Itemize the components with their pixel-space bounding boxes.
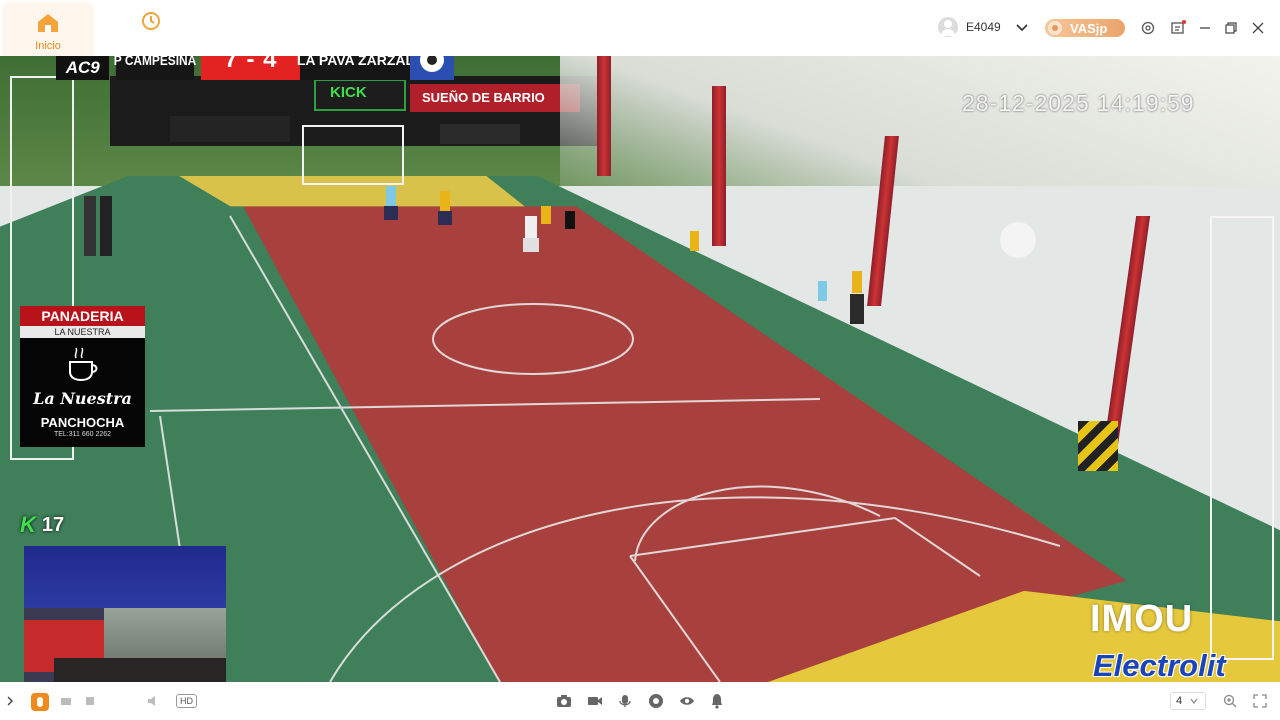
kick-logo-icon: K xyxy=(20,512,36,537)
clock-icon[interactable] xyxy=(140,10,162,37)
quality-badge[interactable]: HD xyxy=(176,694,197,708)
title-bar: Inicio E4049 VASjp xyxy=(0,0,1280,56)
tab-home[interactable]: Inicio xyxy=(2,2,94,56)
vas-button[interactable]: VASjp xyxy=(1045,19,1125,37)
video-timestamp: 28-12-2025 14:19:59 xyxy=(962,90,1195,116)
snapshot-small-icon[interactable] xyxy=(58,693,74,709)
sponsor-phone: TEL:311 660 2262 xyxy=(53,431,112,438)
record-icon[interactable] xyxy=(587,693,603,709)
fullscreen-icon[interactable] xyxy=(1252,693,1268,709)
eye-icon[interactable] xyxy=(679,693,695,709)
live-video[interactable]: KICK SUEÑO DE BARRIO AC9 P CAMPESINA 7 -… xyxy=(0,56,1280,682)
sponsor-subheader: LA NUESTRA xyxy=(20,326,145,338)
mic-icon[interactable] xyxy=(617,693,633,709)
coin-icon xyxy=(1048,21,1062,35)
tab-home-label: Inicio xyxy=(35,40,61,52)
zoom-in-icon[interactable] xyxy=(1222,693,1238,709)
user-menu[interactable]: E4049 xyxy=(938,17,1001,37)
message-icon[interactable] xyxy=(1168,18,1188,38)
sponsor-ad: PANADERIA LA NUESTRA La Nuestra PANCHOCH… xyxy=(20,306,145,447)
grid-select-value: 4 xyxy=(1176,695,1183,707)
away-team-crest-icon xyxy=(410,56,454,80)
user-name: E4049 xyxy=(966,20,1001,34)
ptz-icon[interactable] xyxy=(648,693,664,709)
home-icon xyxy=(36,12,60,39)
imou-watermark: IMOU xyxy=(1090,598,1194,640)
avatar xyxy=(938,17,958,37)
restore-icon[interactable] xyxy=(1221,18,1241,38)
vas-label: VASjp xyxy=(1070,20,1108,36)
picture-in-picture xyxy=(24,546,226,682)
sponsor-brand: La Nuestra xyxy=(33,389,132,408)
scoreboard: AC9 P CAMPESINA 7 - 4 LA PAVA ZARZAL xyxy=(56,56,454,80)
chevron-right-icon[interactable] xyxy=(2,693,18,709)
grid-select[interactable]: 4 xyxy=(1170,692,1206,710)
sponsor-name: PANCHOCHA xyxy=(40,415,125,430)
pip-tent xyxy=(24,546,226,608)
record-small-icon[interactable] xyxy=(82,693,98,709)
chevron-down-icon xyxy=(1190,698,1198,704)
viewer-count: 17 xyxy=(41,513,65,536)
target-icon[interactable] xyxy=(1138,18,1158,38)
close-icon[interactable] xyxy=(1248,18,1268,38)
coffee-cup-icon xyxy=(62,344,104,391)
viewer-counter: K 17 xyxy=(20,512,64,538)
sponsor-header: PANADERIA xyxy=(20,306,145,326)
pip-people xyxy=(54,658,226,682)
mic-toggle-icon[interactable] xyxy=(31,693,49,711)
speaker-icon[interactable] xyxy=(146,693,162,709)
minimize-icon[interactable] xyxy=(1195,18,1215,38)
bell-icon[interactable] xyxy=(709,693,725,709)
home-team-name: P CAMPESINA xyxy=(114,56,197,80)
away-team-name: LA PAVA ZARZAL xyxy=(297,56,414,80)
scoreboard-logo: AC9 xyxy=(56,56,110,80)
score-value: 7 - 4 xyxy=(201,56,301,80)
camera-icon[interactable] xyxy=(556,693,572,709)
player-toolbar: HD 4 xyxy=(0,682,1280,720)
electrolit-logo: Electrolit xyxy=(1093,648,1226,682)
chevron-down-icon[interactable] xyxy=(1015,20,1029,39)
